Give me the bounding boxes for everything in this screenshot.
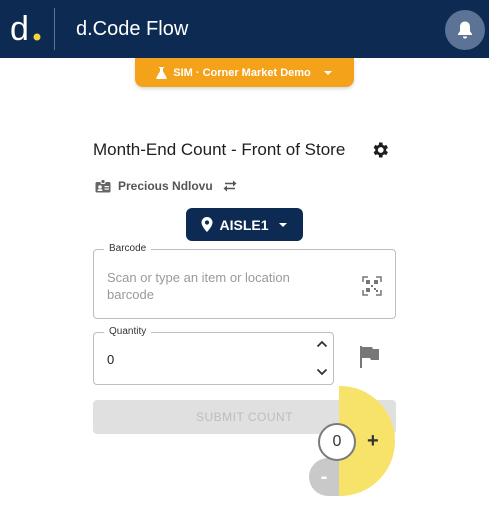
environment-selector[interactable]: SIM · Corner Market Demo: [135, 58, 354, 87]
app-header: d d.Code Flow: [0, 0, 489, 58]
swap-arrows-icon[interactable]: [223, 180, 237, 192]
barcode-field[interactable]: Barcode Scan or type an item or location…: [93, 243, 396, 319]
gear-icon[interactable]: [370, 140, 390, 160]
chevron-up-icon[interactable]: [316, 339, 328, 349]
location-label: AISLE1: [219, 216, 269, 233]
quantity-label: Quantity: [104, 326, 152, 337]
qr-scan-icon[interactable]: [362, 276, 382, 296]
environment-label: SIM · Corner Market Demo: [173, 66, 311, 79]
bell-icon: [458, 21, 472, 39]
stepper-decrement-button[interactable]: -: [309, 458, 339, 496]
notifications-button[interactable]: [445, 10, 485, 50]
barcode-label: Barcode: [104, 243, 152, 254]
flask-icon: [156, 66, 167, 79]
id-badge-icon: [95, 179, 111, 193]
stepper-value: 0: [318, 423, 356, 461]
app-title: d.Code Flow: [76, 18, 189, 40]
svg-text:d: d: [10, 10, 29, 46]
user-name: Precious Ndlovu: [118, 179, 213, 193]
map-pin-icon: [201, 217, 213, 232]
app-logo[interactable]: d: [8, 10, 44, 46]
quantity-field[interactable]: Quantity 0: [93, 326, 334, 385]
logo-divider: [54, 8, 55, 50]
stepper-increment-button[interactable]: +: [367, 430, 379, 453]
barcode-input[interactable]: Scan or type an item or location barcode: [107, 269, 337, 303]
quantity-input[interactable]: 0: [107, 352, 114, 367]
flag-icon[interactable]: [358, 345, 380, 369]
counter-user: Precious Ndlovu: [95, 179, 237, 193]
caret-down-icon: [323, 70, 332, 75]
location-selector[interactable]: AISLE1: [186, 208, 303, 241]
caret-down-icon: [278, 222, 287, 227]
count-title: Month-End Count - Front of Store: [93, 140, 346, 159]
chevron-down-icon[interactable]: [316, 367, 328, 377]
